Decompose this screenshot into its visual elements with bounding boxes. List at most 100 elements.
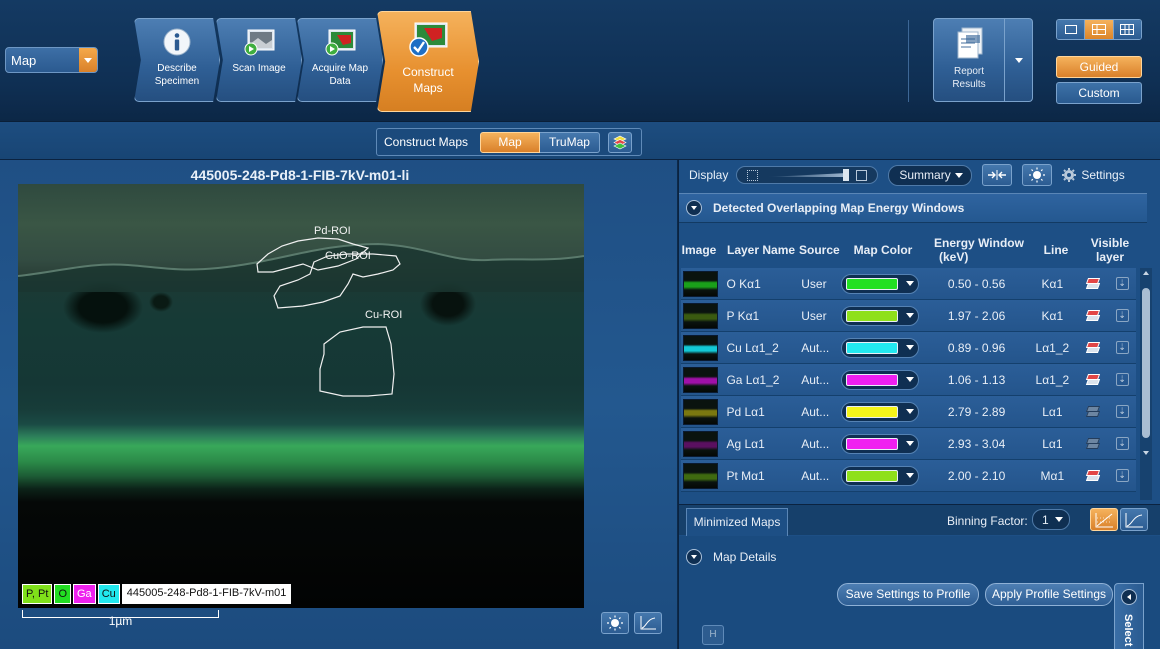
layout-grid-button[interactable] xyxy=(1113,20,1141,39)
layer-name: Ga Lα1_2 xyxy=(726,372,780,387)
collapse-arrows-button[interactable] xyxy=(982,164,1013,186)
roi-label: CuO-ROI xyxy=(325,250,371,262)
table-row[interactable]: O Kα1 User 0.50 - 0.56 Kα1 ⇣ xyxy=(681,268,1136,300)
brightness-button[interactable] xyxy=(601,612,629,634)
energy-window: 0.89 - 0.96 xyxy=(947,340,1006,355)
map-color-dropdown[interactable] xyxy=(840,369,920,390)
info-icon xyxy=(160,27,194,57)
map-tab-button[interactable]: Map xyxy=(480,131,540,153)
guided-mode-button[interactable]: Guided xyxy=(1056,56,1142,78)
step-describe-specimen[interactable]: Describe Specimen xyxy=(134,18,220,102)
display-size-slider[interactable] xyxy=(736,166,879,184)
visible-layer-toggle[interactable] xyxy=(1077,373,1108,386)
linear-scale-button[interactable] xyxy=(1090,508,1118,531)
expand-collapse-icon xyxy=(686,549,702,565)
layer-source: User xyxy=(801,276,827,291)
layer-visibility-icon xyxy=(1085,341,1100,354)
roi-overlay: Pd-ROI CuO-ROI Cu-ROI xyxy=(256,225,402,397)
custom-mode-button[interactable]: Custom xyxy=(1056,82,1142,104)
map-details-header[interactable]: Map Details xyxy=(679,542,1139,572)
layout-toggle xyxy=(1056,19,1142,40)
layer-thumbnail xyxy=(683,462,719,489)
step-acquire-map-data[interactable]: Acquire Map Data xyxy=(297,18,383,102)
download-icon: ⇣ xyxy=(1115,277,1129,290)
layers-button[interactable] xyxy=(608,131,632,153)
color-swatch xyxy=(845,437,898,450)
h-button[interactable]: H xyxy=(702,625,724,645)
export-layer-button[interactable]: ⇣ xyxy=(1108,469,1136,482)
export-layer-button[interactable]: ⇣ xyxy=(1108,309,1136,322)
curve-scale-button[interactable] xyxy=(1120,508,1148,531)
brightness-button[interactable] xyxy=(1022,164,1053,186)
report-dropdown-button[interactable] xyxy=(1005,18,1033,102)
map-color-dropdown[interactable] xyxy=(840,465,920,486)
map-color-dropdown[interactable] xyxy=(840,273,920,294)
scrollbar-thumb[interactable] xyxy=(1142,288,1150,438)
small-thumbnail-icon xyxy=(747,170,759,181)
export-layer-button[interactable]: ⇣ xyxy=(1108,341,1136,354)
table-row[interactable]: Ga Lα1_2 Aut... 1.06 - 1.13 Lα1_2 ⇣ xyxy=(681,364,1136,396)
visible-layer-toggle[interactable] xyxy=(1077,341,1108,354)
layer-visibility-icon xyxy=(1085,373,1100,386)
table-row[interactable]: P Kα1 User 1.97 - 2.06 Kα1 ⇣ xyxy=(681,300,1136,332)
table-row[interactable]: Ag Lα1 Aut... 2.93 - 3.04 Lα1 ⇣ xyxy=(681,428,1136,460)
chevron-down-icon xyxy=(905,377,914,382)
summary-dropdown[interactable]: Summary xyxy=(888,164,973,186)
layout-split-button[interactable] xyxy=(1085,20,1114,39)
layer-visibility-icon xyxy=(1085,469,1100,482)
layer-visibility-icon xyxy=(1085,309,1100,322)
select-side-tab[interactable]: Select xyxy=(1114,583,1144,649)
scroll-up-icon[interactable] xyxy=(1140,268,1152,278)
brightness-icon xyxy=(1029,167,1046,183)
step-scan-image[interactable]: Scan Image xyxy=(216,18,302,102)
visible-layer-toggle[interactable] xyxy=(1077,309,1108,322)
save-settings-to-profile-button[interactable]: Save Settings to Profile xyxy=(837,583,979,606)
visible-layer-toggle[interactable] xyxy=(1077,469,1108,482)
table-row[interactable]: Cu Lα1_2 Aut... 0.89 - 0.96 Lα1_2 ⇣ xyxy=(681,332,1136,364)
chevron-down-icon xyxy=(1014,57,1023,63)
mode-dropdown[interactable]: Map xyxy=(5,47,98,73)
col-map-color: Map Color xyxy=(853,243,913,257)
map-color-dropdown[interactable] xyxy=(840,305,920,326)
legend-map-name: 445005-248-Pd8-1-FIB-7kV-m01 xyxy=(121,584,292,604)
apply-profile-settings-button[interactable]: Apply Profile Settings xyxy=(985,583,1113,606)
step-construct-maps[interactable]: Construct Maps xyxy=(377,11,479,112)
table-row[interactable]: Pt Mα1 Aut... 2.00 - 2.10 Mα1 ⇣ xyxy=(681,460,1136,492)
visible-layer-toggle[interactable] xyxy=(1077,405,1108,418)
export-layer-button[interactable]: ⇣ xyxy=(1108,277,1136,290)
visible-layer-toggle[interactable] xyxy=(1077,277,1108,290)
map-legend: P, Pt O Ga Cu 445005-248-Pd8-1-FIB-7kV-m… xyxy=(22,584,292,604)
layer-thumbnail xyxy=(683,334,719,361)
overlap-header-title: Detected Overlapping Map Energy Windows xyxy=(713,201,965,215)
slider-knob[interactable] xyxy=(843,169,850,181)
visible-layer-toggle[interactable] xyxy=(1077,437,1108,450)
map-color-dropdown[interactable] xyxy=(840,433,920,454)
trumap-tab-button[interactable]: TruMap xyxy=(540,131,600,153)
grid-pane-icon xyxy=(1120,24,1135,35)
export-layer-button[interactable]: ⇣ xyxy=(1108,437,1136,450)
layers-scrollbar[interactable] xyxy=(1140,268,1152,500)
energy-window: 2.79 - 2.89 xyxy=(947,404,1006,419)
linear-chart-icon xyxy=(1095,512,1113,527)
export-layer-button[interactable]: ⇣ xyxy=(1108,405,1136,418)
step-label: Describe xyxy=(157,63,197,74)
layer-thumbnail xyxy=(683,430,719,457)
report-results-button[interactable]: Report Results xyxy=(933,18,1005,102)
layer-visibility-icon xyxy=(1085,277,1100,290)
map-color-dropdown[interactable] xyxy=(840,337,920,358)
table-row[interactable]: Pd Lα1 Aut... 2.79 - 2.89 Lα1 ⇣ xyxy=(681,396,1136,428)
col-image: Image xyxy=(681,243,717,257)
elemental-map-image[interactable]: Pd-ROI CuO-ROI Cu-ROI xyxy=(18,184,584,608)
layout-single-button[interactable] xyxy=(1057,20,1086,39)
scroll-down-icon[interactable] xyxy=(1140,448,1152,458)
minimized-maps-tab[interactable]: Minimized Maps xyxy=(686,508,788,536)
layer-thumbnail xyxy=(683,366,719,393)
curve-button[interactable] xyxy=(634,612,662,634)
map-color-dropdown[interactable] xyxy=(840,401,920,422)
settings-button[interactable]: Settings xyxy=(1062,168,1125,182)
export-layer-button[interactable]: ⇣ xyxy=(1108,373,1136,386)
overlap-windows-header[interactable]: Detected Overlapping Map Energy Windows xyxy=(679,193,1147,223)
binning-factor-dropdown[interactable]: 1 xyxy=(1032,509,1070,530)
download-icon: ⇣ xyxy=(1115,437,1129,450)
color-swatch xyxy=(845,405,898,418)
